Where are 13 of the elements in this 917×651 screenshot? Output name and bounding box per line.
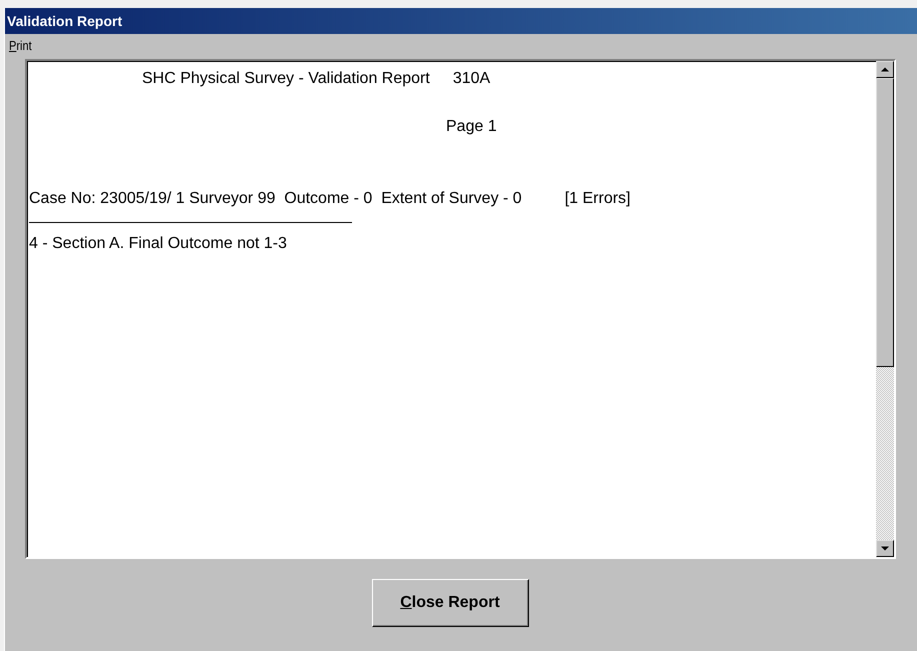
form-code: 310A [452, 69, 490, 89]
case-summary: Case No: 23005/19/ 1 Surveyor 99 Outcome - 0 Extent of Survey - 0 [29, 189, 522, 209]
scroll-down-icon[interactable] [876, 540, 894, 557]
scrollbar[interactable] [876, 61, 894, 557]
scroll-up-icon[interactable] [876, 61, 894, 78]
close-report-button[interactable]: Close Report [372, 579, 528, 627]
page-number: Page 1 [446, 117, 497, 137]
scroll-thumb[interactable] [876, 78, 894, 367]
report-heading: SHC Physical Survey - Validation Report [142, 69, 430, 89]
window-title: Validation Report [5, 8, 917, 34]
menu-item[interactable]: Print [9, 38, 32, 53]
error-count: [1 Errors] [564, 189, 630, 209]
error-line: 4 - Section A. Final Outcome not 1-3 [29, 234, 287, 254]
